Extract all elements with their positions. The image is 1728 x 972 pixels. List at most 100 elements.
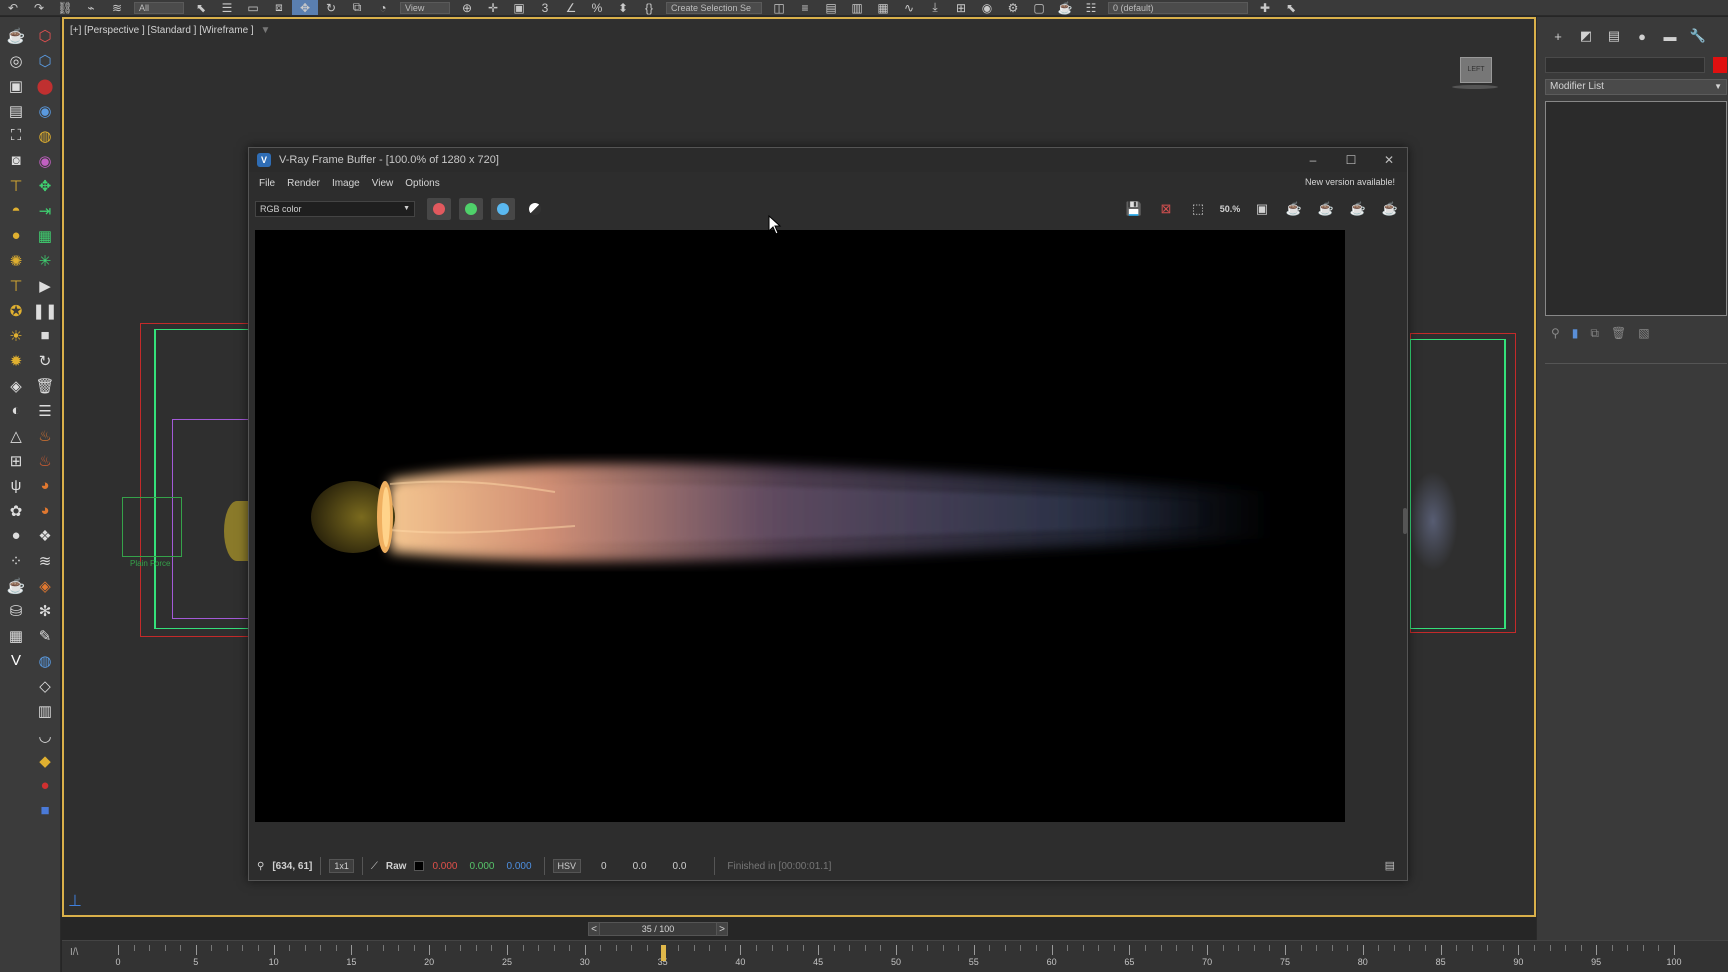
new-version-link[interactable]: New version available! [1305, 177, 1395, 187]
show-end-result-icon[interactable]: ▮ [1572, 326, 1579, 340]
stop-render-icon[interactable]: ⬤ [32, 73, 58, 98]
star-icon[interactable]: ✳ [32, 248, 58, 273]
viewcube-compass[interactable] [1452, 85, 1498, 89]
current-frame-marker[interactable] [660, 945, 666, 961]
blue-box-icon[interactable]: ■ [32, 798, 58, 823]
move-icon[interactable]: ✥ [292, 0, 318, 15]
fire-sim-icon[interactable]: ◕ [32, 498, 58, 523]
log-icon[interactable]: ▤ [1385, 859, 1395, 872]
next-frame-button[interactable]: > [716, 922, 728, 936]
object-color-swatch[interactable] [1713, 57, 1727, 73]
viewcube[interactable]: LEFT [1460, 57, 1492, 83]
layers-toggle-icon[interactable]: ▥ [844, 0, 870, 15]
teapot-icon[interactable]: ☕ [3, 23, 29, 48]
unlink-icon[interactable]: ⌁ [78, 0, 104, 15]
redo-icon[interactable]: ↷ [26, 0, 52, 15]
spinner-snap-icon[interactable]: ⬍ [610, 0, 636, 15]
delete-icon[interactable]: 🗑 [32, 373, 58, 398]
bowl-icon[interactable]: ◡ [32, 723, 58, 748]
save-image-icon[interactable]: 💾 [1123, 198, 1145, 220]
camera-icon[interactable]: ⛶ [3, 123, 29, 148]
menu-image[interactable]: Image [332, 178, 360, 189]
menu-options[interactable]: Options [405, 178, 439, 189]
viewport-label[interactable]: [+] [Perspective ] [Standard ] [Wirefram… [70, 25, 270, 36]
fireball-sphere-proxy[interactable] [224, 501, 250, 561]
edit-named-sets-icon[interactable]: {} [636, 0, 662, 15]
plane-icon[interactable]: △ [3, 423, 29, 448]
add-to-layer-icon[interactable]: ⬉ [1278, 0, 1304, 15]
motion-tab-icon[interactable]: ● [1633, 27, 1651, 45]
percent-snap-icon[interactable]: % [584, 0, 610, 15]
render-production-icon[interactable]: ☕ [1052, 0, 1078, 15]
sun-icon[interactable]: ● [3, 223, 29, 248]
render-last-icon[interactable]: ☕ [1379, 198, 1401, 220]
glass-icon[interactable]: ◇ [32, 673, 58, 698]
red-channel-button[interactable] [427, 198, 451, 220]
bind-spacewarp-icon[interactable]: ≋ [104, 0, 130, 15]
object-name-field[interactable] [1545, 57, 1705, 73]
undo-icon[interactable]: ↶ [0, 0, 26, 15]
pin-stack-icon[interactable]: ⚲ [1551, 326, 1560, 340]
reset-icon[interactable]: ↻ [32, 348, 58, 373]
green-channel-button[interactable] [459, 198, 483, 220]
rendered-frame-icon[interactable]: ▢ [1026, 0, 1052, 15]
dope-sheet-icon[interactable]: ⤓ [922, 0, 948, 15]
trackbar[interactable]: I/\ 0 5 10 15 20 25 30 35 40 45 50 55 60 65 70 75 80 85 90… [62, 940, 1728, 972]
omni-light-icon[interactable]: ✪ [3, 298, 29, 323]
time-slider[interactable]: < 35 / 100 > [588, 922, 728, 938]
bucket-icon[interactable]: ▥ [32, 698, 58, 723]
region-render-icon[interactable]: ⬚ [1187, 198, 1209, 220]
brush-icon[interactable]: ✎ [32, 623, 58, 648]
grass-icon[interactable]: ψ [3, 473, 29, 498]
menu-render[interactable]: Render [287, 178, 320, 189]
dome-light-icon[interactable]: ◓ [3, 198, 29, 223]
schematic-view-icon[interactable]: ⊞ [948, 0, 974, 15]
layer-manager-icon[interactable]: ☷ [1078, 0, 1104, 15]
vray-logo-icon[interactable]: V [3, 648, 29, 673]
tile-icon[interactable]: ▦ [32, 223, 58, 248]
fire-icon[interactable]: ♨ [32, 423, 58, 448]
select-by-name-icon[interactable]: ☰ [214, 0, 240, 15]
channel-dropdown[interactable]: RGB color ▼ [255, 201, 415, 217]
select-manipulate-icon[interactable]: ✛ [480, 0, 506, 15]
placement-icon[interactable]: ◔ [370, 0, 396, 15]
cylinder-icon[interactable]: ▤ [3, 98, 29, 123]
sun-position-icon[interactable]: ◍ [32, 123, 58, 148]
grid-icon[interactable]: ▦ [3, 623, 29, 648]
track-mouse-icon[interactable]: ▣ [1251, 198, 1273, 220]
curve-editor-icon[interactable]: ∿ [896, 0, 922, 15]
menu-file[interactable]: File [259, 178, 275, 189]
mesher-icon[interactable]: ❖ [32, 523, 58, 548]
render-icon[interactable]: ⬡ [32, 23, 58, 48]
play-icon[interactable]: ▶ [32, 273, 58, 298]
color-picker-icon[interactable]: ⟋ [371, 861, 378, 872]
ocean-icon[interactable]: ◈ [32, 573, 58, 598]
pixel-info-icon[interactable]: ⚲ [257, 861, 264, 872]
sphere-icon[interactable]: ● [3, 523, 29, 548]
keyboard-shortcut-icon[interactable]: ▣ [506, 0, 532, 15]
named-selection-sets-dropdown[interactable]: Create Selection Se [666, 1, 762, 14]
displacement-icon[interactable]: ⊞ [3, 448, 29, 473]
snaps-toggle-icon[interactable]: 3 [532, 0, 558, 15]
water-icon[interactable]: ◍ [32, 648, 58, 673]
modifier-list-dropdown[interactable]: Modifier List ▼ [1545, 79, 1727, 95]
render-canvas[interactable] [255, 230, 1345, 822]
funnel-icon[interactable]: ▼ [260, 25, 270, 36]
select-object-icon[interactable]: ⬉ [188, 0, 214, 15]
vray-frame-buffer-window[interactable]: V V-Ray Frame Buffer - [100.0% of 1280 x… [248, 147, 1408, 881]
foam-icon[interactable]: ✻ [32, 598, 58, 623]
zoom-level-button[interactable]: 50.% [1219, 198, 1241, 220]
particles-icon[interactable]: ⁘ [3, 548, 29, 573]
create-tab-icon[interactable]: + [1549, 27, 1567, 45]
vfb-titlebar[interactable]: V V-Ray Frame Buffer - [100.0% of 1280 x… [249, 148, 1407, 172]
color-mode-dropdown[interactable]: HSV [552, 859, 582, 873]
proxy-icon[interactable]: ◈ [3, 373, 29, 398]
torus-icon[interactable]: ◎ [3, 48, 29, 73]
vfb-right-panel-handle[interactable] [1403, 508, 1407, 534]
close-icon[interactable]: ✕ [1381, 152, 1397, 168]
frame-display[interactable]: 35 / 100 [600, 922, 716, 936]
modify-tab-icon[interactable]: ◩ [1577, 27, 1595, 45]
stop-render-icon[interactable]: ☕ [1347, 198, 1369, 220]
fire-sphere-icon[interactable]: ◕ [32, 473, 58, 498]
display-tab-icon[interactable]: ▬ [1661, 27, 1679, 45]
